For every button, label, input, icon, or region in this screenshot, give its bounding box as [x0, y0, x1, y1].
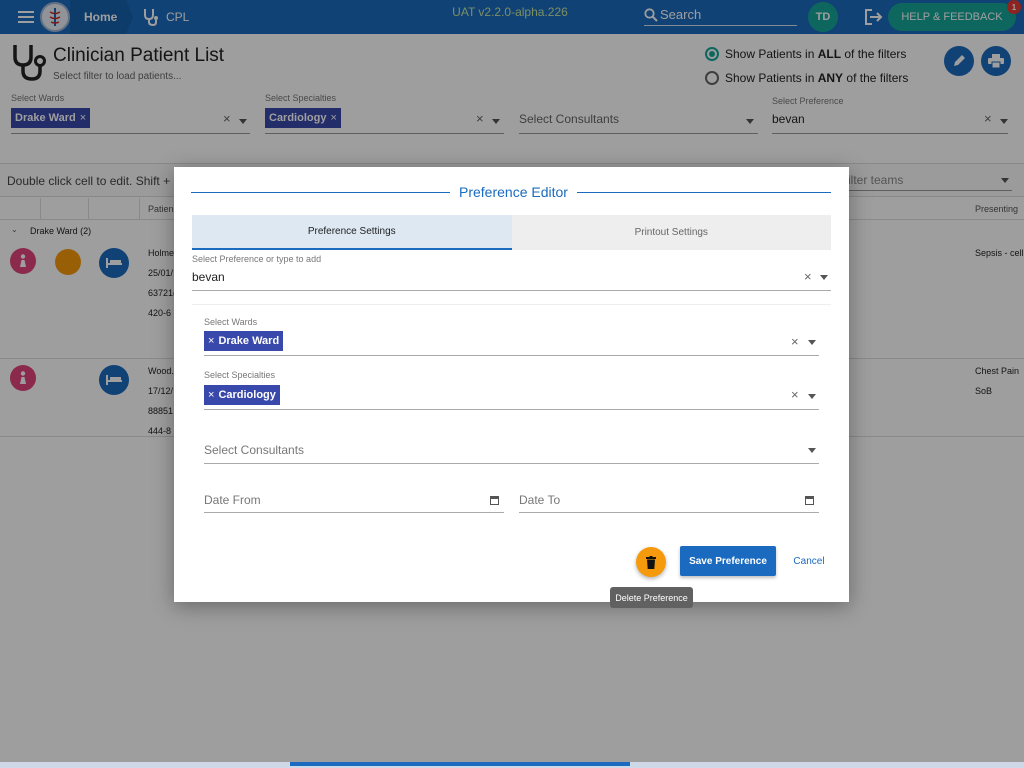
chevron-down-icon[interactable]	[808, 448, 816, 453]
preference-value: bevan	[192, 270, 225, 284]
chevron-down-icon[interactable]	[808, 340, 816, 345]
clear-icon[interactable]: ×	[804, 269, 812, 284]
clear-icon[interactable]: ×	[791, 334, 799, 349]
horizontal-scrollbar[interactable]	[0, 762, 1024, 768]
chip-remove-icon[interactable]: ×	[208, 335, 214, 347]
tab-preference-settings[interactable]: Preference Settings	[192, 215, 512, 250]
chip-remove-icon[interactable]: ×	[208, 389, 214, 401]
cancel-button[interactable]: Cancel	[786, 546, 832, 576]
dialog-tabs: Preference Settings Printout Settings	[192, 215, 831, 250]
calendar-icon[interactable]	[805, 496, 814, 505]
specialty-chip[interactable]: × Cardiology	[204, 385, 280, 405]
clear-icon[interactable]: ×	[791, 387, 799, 402]
trash-icon	[646, 555, 656, 569]
dialog-specialties-label: Select Specialties	[204, 370, 276, 380]
preference-editor-dialog: Preference Editor Preference Settings Pr…	[174, 167, 849, 602]
ward-chip[interactable]: × Drake Ward	[204, 331, 284, 351]
scrollbar-thumb[interactable]	[290, 762, 630, 766]
calendar-icon[interactable]	[490, 496, 499, 505]
delete-tooltip: Delete Preference	[610, 587, 693, 608]
dialog-title: Preference Editor	[450, 184, 577, 200]
tab-printout-settings[interactable]: Printout Settings	[511, 215, 831, 250]
preference-select-label: Select Preference or type to add	[192, 254, 322, 264]
chevron-down-icon[interactable]	[820, 275, 828, 280]
save-preference-button[interactable]: Save Preference	[680, 546, 776, 576]
chevron-down-icon[interactable]	[808, 394, 816, 399]
delete-preference-button[interactable]	[636, 547, 666, 577]
dialog-wards-label: Select Wards	[204, 317, 258, 327]
